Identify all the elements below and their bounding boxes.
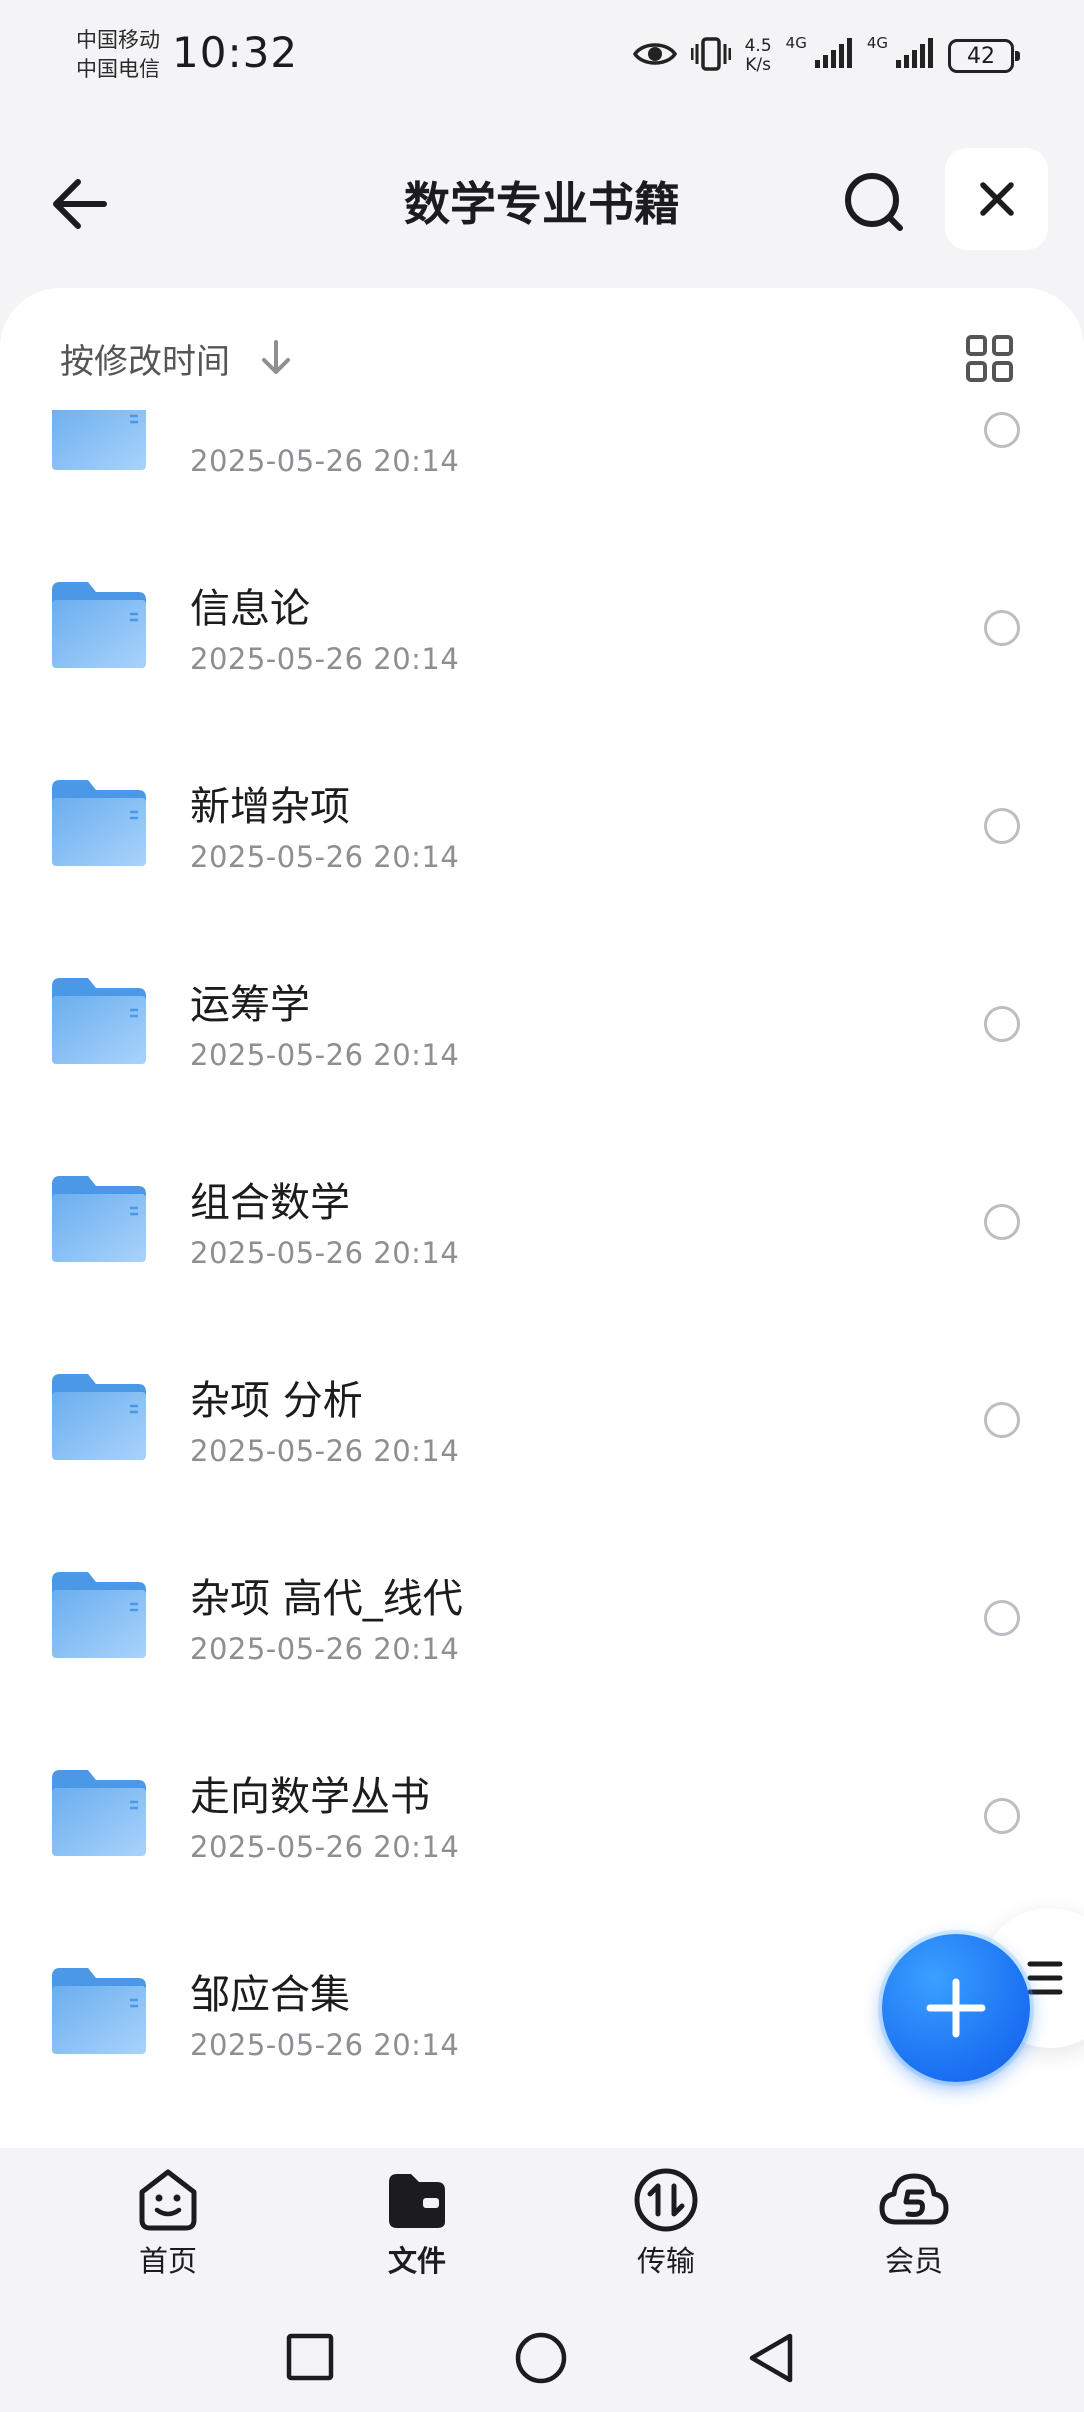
- folder-row[interactable]: 2025-05-26 20:14: [0, 410, 1084, 530]
- arrow-down-icon[interactable]: [258, 338, 294, 378]
- folder-icon: [50, 580, 148, 670]
- file-list-content: 2025-05-26 20:14 信息论 2025-05-26 20:14 新增杂项 2…: [0, 410, 1084, 2114]
- folder-icon: [50, 976, 148, 1066]
- folder-name: 邹应合集: [190, 1972, 350, 2018]
- folder-date: 2025-05-26 20:14: [190, 1038, 460, 1072]
- folder-name: 走向数学丛书: [190, 1774, 430, 1820]
- select-checkbox[interactable]: [984, 1006, 1020, 1042]
- signal-icon: [814, 38, 853, 74]
- select-checkbox[interactable]: [984, 1798, 1020, 1834]
- recent-apps-button[interactable]: [283, 2330, 339, 2386]
- folder-icon: [50, 1966, 148, 2056]
- carrier-1: 中国移动: [76, 28, 160, 52]
- home-face-icon: [139, 2169, 197, 2231]
- status-bar: 中国移动 中国电信 10:32 4.5 K/s 4G 4G 42: [0, 0, 1084, 120]
- nav-home-label: 首页: [138, 2244, 197, 2278]
- folder-name: 新增杂项: [190, 784, 350, 830]
- close-button[interactable]: [945, 148, 1048, 250]
- bottom-nav: 首页 文件 传输 会员: [0, 2148, 1084, 2288]
- folder-date: 2025-05-26 20:14: [190, 1434, 460, 1468]
- folder-date: 2025-05-26 20:14: [190, 642, 460, 676]
- folder-icon: [50, 1768, 148, 1858]
- back-system-button[interactable]: [744, 2330, 800, 2386]
- add-button[interactable]: [882, 1934, 1030, 2082]
- page-title: 数学专业书籍: [404, 177, 680, 231]
- search-button[interactable]: [838, 166, 910, 238]
- folder-name: 运筹学: [190, 982, 310, 1028]
- folder-row[interactable]: 走向数学丛书 2025-05-26 20:14: [0, 1718, 1084, 1916]
- select-checkbox[interactable]: [984, 610, 1020, 646]
- folder-icon: [50, 410, 148, 472]
- folder-name: 组合数学: [190, 1180, 350, 1226]
- file-panel: 按修改时间 2025-05-26 20:14 信息论 2025-05-26 20:1…: [0, 288, 1084, 2148]
- carrier-info: 中国移动 中国电信: [76, 26, 160, 84]
- sort-bar: 按修改时间: [0, 288, 1084, 418]
- grid-view-icon[interactable]: [965, 334, 1015, 384]
- nav-transfer[interactable]: 传输: [606, 2160, 726, 2280]
- nav-transfer-label: 传输: [636, 2244, 695, 2278]
- folder-icon: [50, 1174, 148, 1264]
- folder-row[interactable]: 杂项 分析 2025-05-26 20:14: [0, 1322, 1084, 1520]
- status-icons: 4.5 K/s 4G 4G 42: [632, 32, 1020, 80]
- folder-row[interactable]: 运筹学 2025-05-26 20:14: [0, 926, 1084, 1124]
- nav-vip-label: 会员: [884, 2244, 943, 2278]
- folder-name: 杂项 分析: [190, 1378, 363, 1424]
- close-icon: [979, 182, 1014, 216]
- folder-icon: [50, 778, 148, 868]
- nav-files-label: 文件: [387, 2244, 446, 2278]
- header: 数学专业书籍: [0, 140, 1084, 260]
- folder-name: 信息论: [190, 586, 310, 632]
- folder-date: 2025-05-26 20:14: [190, 2028, 460, 2062]
- folder-icon: [50, 1570, 148, 1660]
- folder-row[interactable]: 杂项 高代_线代 2025-05-26 20:14: [0, 1520, 1084, 1718]
- triangle-back-icon: [749, 2333, 793, 2383]
- home-button[interactable]: [513, 2330, 569, 2386]
- battery-level: 42: [967, 43, 995, 69]
- folder-date: 2025-05-26 20:14: [190, 840, 460, 874]
- cloud-vip-icon: [879, 2173, 949, 2225]
- plus-icon: [926, 1978, 986, 2038]
- select-checkbox[interactable]: [984, 808, 1020, 844]
- folder-row[interactable]: 新增杂项 2025-05-26 20:14: [0, 728, 1084, 926]
- signal-icon: [896, 38, 934, 74]
- folder-date: 2025-05-26 20:14: [190, 444, 460, 478]
- sim2-network-label: 4G: [866, 34, 888, 52]
- sim1-network-label: 4G: [785, 34, 807, 52]
- folder-icon: [50, 1372, 148, 1462]
- select-checkbox[interactable]: [984, 1204, 1020, 1240]
- folder-name: 杂项 高代_线代: [190, 1576, 463, 1622]
- select-checkbox[interactable]: [984, 1402, 1020, 1438]
- select-checkbox[interactable]: [984, 1600, 1020, 1636]
- eye-icon: [632, 39, 677, 73]
- net-speed-value: 4.5: [744, 36, 772, 56]
- transfer-icon: [634, 2168, 698, 2232]
- carrier-2: 中国电信: [76, 57, 160, 81]
- folder-row[interactable]: 组合数学 2025-05-26 20:14: [0, 1124, 1084, 1322]
- nav-home[interactable]: 首页: [108, 2160, 228, 2280]
- folder-date: 2025-05-26 20:14: [190, 1236, 460, 1270]
- circle-icon: [515, 2332, 567, 2384]
- folder-wallet-icon: [389, 2174, 445, 2228]
- nav-vip[interactable]: 会员: [854, 2160, 974, 2280]
- select-checkbox[interactable]: [984, 412, 1020, 448]
- battery-icon: 42: [948, 39, 1020, 73]
- file-list: 2025-05-26 20:14 信息论 2025-05-26 20:14 新增杂项 2…: [0, 410, 1084, 2148]
- system-navigation-bar: [0, 2300, 1084, 2412]
- sort-by-modified-button[interactable]: 按修改时间: [60, 334, 230, 383]
- folder-date: 2025-05-26 20:14: [190, 1632, 460, 1666]
- network-speed: 4.5 K/s: [745, 37, 772, 75]
- folder-row[interactable]: 信息论 2025-05-26 20:14: [0, 530, 1084, 728]
- net-speed-unit: K/s: [745, 55, 771, 75]
- vibrate-icon: [690, 36, 732, 76]
- folder-date: 2025-05-26 20:14: [190, 1830, 460, 1864]
- square-icon: [286, 2333, 334, 2381]
- clock: 10:32: [172, 28, 299, 77]
- search-icon: [845, 173, 903, 231]
- nav-files[interactable]: 文件: [357, 2160, 477, 2280]
